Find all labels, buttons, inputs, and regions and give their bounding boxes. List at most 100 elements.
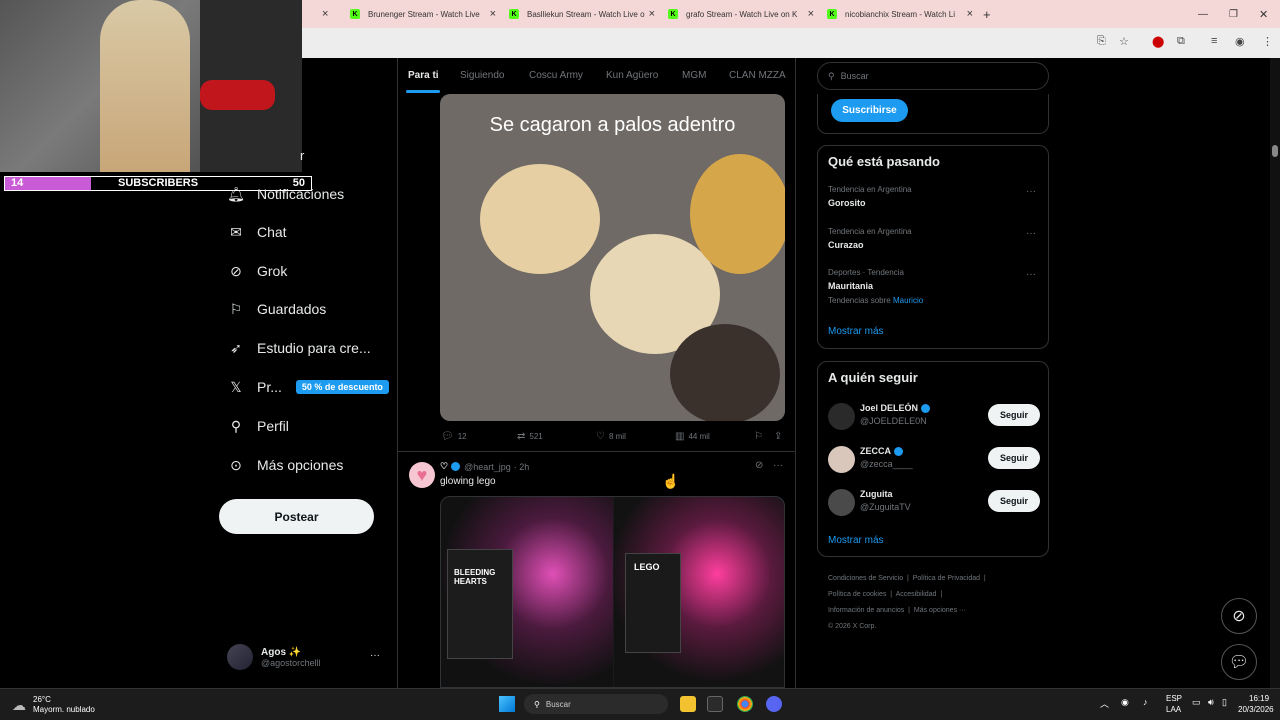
trend-related-link[interactable]: Mauricio bbox=[893, 296, 923, 305]
weather-desc[interactable]: Mayorm. nublado bbox=[33, 705, 95, 714]
close-icon[interactable]: × bbox=[967, 8, 973, 20]
nav-more-options[interactable]: ⊙ Más opciones bbox=[228, 457, 343, 474]
nav-premium[interactable]: 𝕏 Pr... 50 % de descuento bbox=[228, 379, 389, 395]
follow-name[interactable]: ZECCA bbox=[860, 446, 903, 457]
grok-icon[interactable]: ⊘ bbox=[755, 460, 763, 471]
tweet-image[interactable]: Se cagaron a palos adentro bbox=[440, 94, 785, 421]
media-icon[interactable]: ≡ bbox=[1211, 35, 1217, 47]
tweet-image[interactable]: BLEEDING HEARTS LEGO bbox=[440, 496, 785, 688]
mic-icon[interactable]: ♪ bbox=[1143, 697, 1148, 707]
grok-fab-icon[interactable]: ⊘ bbox=[1221, 598, 1257, 634]
app-icon[interactable] bbox=[707, 696, 723, 712]
tab-mgm[interactable]: MGM bbox=[682, 70, 706, 81]
browser-tab[interactable]: K Brunenger Stream - Watch Live × bbox=[350, 4, 496, 24]
close-icon[interactable]: × bbox=[808, 8, 814, 20]
follow-button[interactable]: Seguir bbox=[988, 404, 1040, 426]
nav-chat[interactable]: ✉ Chat bbox=[228, 224, 286, 241]
browser-tab[interactable]: Kgrafo Stream - Watch Live on K × bbox=[668, 4, 814, 24]
taskbar-search[interactable]: ⚲ Buscar bbox=[524, 694, 668, 714]
search-input[interactable]: ⚲ Buscar bbox=[817, 62, 1049, 90]
follow-name[interactable]: Zuguita bbox=[860, 489, 893, 499]
footer-link[interactable]: Condiciones de Servicio bbox=[828, 575, 903, 582]
show-more-trends-link[interactable]: Mostrar más bbox=[828, 326, 884, 337]
weather-temp[interactable]: 26°C bbox=[33, 695, 51, 704]
tab-clan-mzza[interactable]: CLAN MZZA bbox=[729, 70, 786, 81]
close-icon[interactable]: × bbox=[490, 8, 496, 20]
battery-icon[interactable]: ▯ bbox=[1222, 697, 1227, 708]
tray-icon[interactable]: ◉ bbox=[1121, 697, 1129, 708]
tab-coscu-army[interactable]: Coscu Army bbox=[529, 70, 583, 81]
chrome-icon[interactable] bbox=[737, 696, 753, 712]
maximize-icon[interactable]: ❐ bbox=[1229, 4, 1238, 24]
close-icon[interactable]: × bbox=[649, 8, 655, 20]
puzzle-icon[interactable]: ⧉ bbox=[1177, 35, 1185, 48]
trend-name[interactable]: Curazao bbox=[828, 240, 864, 250]
show-more-follow-link[interactable]: Mostrar más bbox=[828, 535, 884, 546]
footer-link[interactable]: Política de cookies bbox=[828, 591, 886, 598]
file-explorer-icon[interactable] bbox=[680, 696, 696, 712]
profile-icon[interactable]: ◉ bbox=[1235, 35, 1245, 48]
avatar[interactable] bbox=[828, 489, 855, 516]
tweet-time[interactable]: · 2h bbox=[514, 462, 530, 472]
window-close-icon[interactable]: ✕ bbox=[1259, 4, 1268, 24]
clock-time[interactable]: 16:19 bbox=[1249, 694, 1269, 703]
follow-name[interactable]: Joel DELEÓN bbox=[860, 403, 931, 414]
account-switcher[interactable]: Agos ✨ @agostorchelll bbox=[227, 644, 321, 670]
clock-date[interactable]: 20/3/2026 bbox=[1238, 705, 1274, 714]
follow-button[interactable]: Seguir bbox=[988, 447, 1040, 469]
browser-tab[interactable]: Knicobianchix Stream - Watch Li × bbox=[827, 4, 973, 24]
footer-link[interactable]: Más opciones ··· bbox=[914, 607, 966, 614]
minimize-icon[interactable]: — bbox=[1198, 4, 1208, 24]
subscribe-button[interactable]: Suscribirse bbox=[831, 99, 908, 122]
tweet-author-handle[interactable]: @heart_jpg bbox=[464, 462, 511, 472]
browser-tab[interactable]: K Baslliekun Stream - Watch Live o × bbox=[509, 4, 655, 24]
star-icon[interactable]: ☆ bbox=[1119, 35, 1129, 48]
views-action[interactable]: ▥ 44 mil bbox=[675, 431, 710, 442]
close-icon[interactable]: × bbox=[322, 8, 328, 20]
avatar[interactable] bbox=[828, 446, 855, 473]
network-icon[interactable]: ▭ bbox=[1192, 697, 1201, 708]
nav-profile[interactable]: ⚲ Perfil bbox=[228, 418, 289, 435]
retweet-action[interactable]: ⇄ 521 bbox=[517, 431, 543, 442]
volume-icon[interactable]: 🔊︎ bbox=[1208, 697, 1214, 708]
more-icon[interactable]: ··· bbox=[1026, 186, 1036, 197]
install-icon[interactable]: ⎘ bbox=[1097, 35, 1106, 48]
avatar[interactable]: ♥ bbox=[409, 462, 435, 488]
reply-action[interactable]: 💬︎ 12 bbox=[441, 431, 467, 442]
language-indicator-sub[interactable]: LAA bbox=[1166, 705, 1181, 714]
trend-name[interactable]: Gorosito bbox=[828, 198, 866, 208]
bookmark-action[interactable]: ⚐ bbox=[754, 431, 767, 442]
footer-link[interactable]: Política de Privacidad bbox=[913, 575, 980, 582]
nav-bookmarks[interactable]: ⚐ Guardados bbox=[228, 301, 327, 318]
language-indicator[interactable]: ESP bbox=[1166, 694, 1182, 703]
more-icon[interactable]: ··· bbox=[1026, 228, 1036, 239]
nav-notifications[interactable]: 🔔︎ Notificaciones bbox=[227, 186, 344, 203]
weather-icon[interactable]: ☁ bbox=[12, 697, 26, 714]
footer-link[interactable]: Información de anuncios bbox=[828, 607, 904, 614]
tweet-author-name[interactable]: ♡ bbox=[440, 461, 448, 472]
more-icon[interactable]: ··· bbox=[773, 460, 783, 471]
scrollbar-thumb[interactable] bbox=[1272, 145, 1278, 157]
new-tab-button[interactable]: + bbox=[983, 4, 991, 24]
tab-kun-aguero[interactable]: Kun Agüero bbox=[606, 70, 658, 81]
chevron-up-icon[interactable]: ︿ bbox=[1100, 697, 1109, 710]
nav-creator-studio[interactable]: ➶ Estudio para cre... bbox=[228, 340, 371, 357]
extension-icon[interactable]: ⬤ bbox=[1152, 35, 1164, 48]
account-more-icon[interactable]: ··· bbox=[370, 650, 380, 661]
more-icon[interactable]: ··· bbox=[1026, 269, 1036, 280]
windows-start-icon[interactable] bbox=[499, 696, 515, 712]
post-button[interactable]: Postear bbox=[219, 499, 374, 534]
tab-for-you[interactable]: Para ti bbox=[408, 70, 439, 81]
nav-grok[interactable]: ⊘ Grok bbox=[228, 263, 287, 280]
like-action[interactable]: ♡ 8 mil bbox=[596, 431, 626, 442]
discord-icon[interactable] bbox=[766, 696, 782, 712]
avatar[interactable] bbox=[828, 403, 855, 430]
footer-link[interactable]: Accesibilidad bbox=[896, 591, 937, 598]
trend-name[interactable]: Mauritania bbox=[828, 281, 873, 291]
address-bar[interactable] bbox=[302, 28, 1280, 58]
share-action[interactable]: ⇪ bbox=[774, 431, 786, 442]
chat-fab-icon[interactable]: 💬︎ bbox=[1221, 644, 1257, 680]
tab-close-partial[interactable]: × bbox=[322, 4, 328, 24]
tab-following[interactable]: Siguiendo bbox=[460, 70, 504, 81]
menu-icon[interactable]: ⋮ bbox=[1262, 35, 1273, 48]
